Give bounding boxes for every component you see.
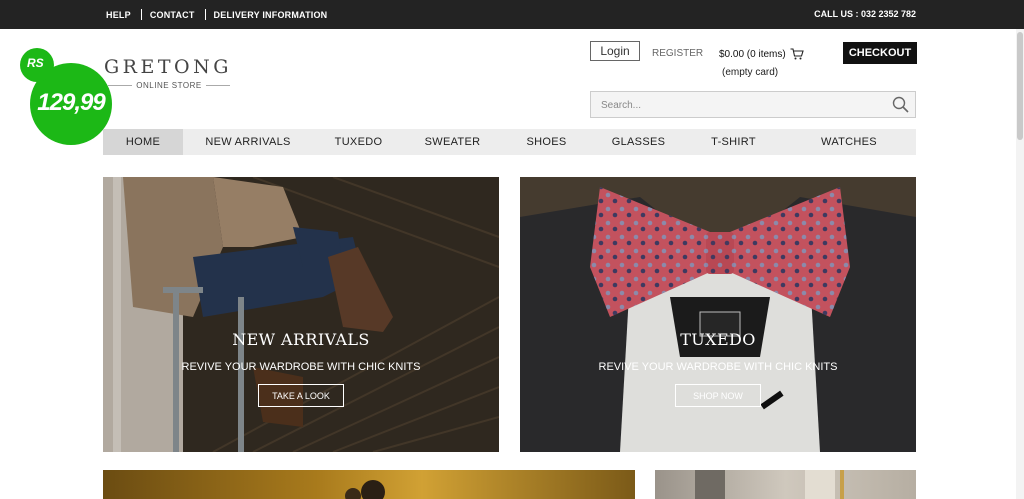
delivery-information-link[interactable]: DELIVERY INFORMATION: [214, 10, 328, 20]
page-scrollbar[interactable]: [1016, 29, 1024, 499]
nav-item-t-shirt[interactable]: T-SHIRT: [685, 129, 782, 155]
search-bar: [590, 91, 916, 118]
nav-item-tuxedo[interactable]: TUXEDO: [313, 129, 404, 155]
nav-item-sweater[interactable]: SWEATER: [404, 129, 501, 155]
top-bar: HELP CONTACT DELIVERY INFORMATION CALL U…: [0, 0, 1024, 29]
divider: [108, 85, 133, 86]
contact-link[interactable]: CONTACT: [150, 10, 195, 20]
banner-tuxedo[interactable]: TUXEDO REVIVE YOUR WARDROBE WITH CHIC KN…: [520, 177, 916, 452]
call-us-text: CALL US : 032 2352 782: [814, 9, 916, 19]
banner-new-arrivals[interactable]: NEW ARRIVALS REVIVE YOUR WARDROBE WITH C…: [103, 177, 499, 452]
cart-total-text: $0.00 (0 items): [719, 48, 786, 60]
banner-title: TUXEDO: [680, 330, 756, 349]
price-badge: RS 129,99: [20, 48, 112, 145]
nav-item-watches[interactable]: WATCHES: [782, 129, 916, 155]
cart-status-text: (empty card): [722, 67, 779, 78]
banner-photo: [520, 177, 916, 452]
top-links: HELP CONTACT DELIVERY INFORMATION: [106, 9, 327, 20]
logo-tagline: ONLINE STORE: [136, 81, 202, 90]
badge-currency: RS: [27, 56, 44, 70]
divider: [205, 85, 231, 86]
take-a-look-button[interactable]: TAKE A LOOK: [258, 384, 344, 407]
cart-icon: [790, 48, 804, 60]
nav-item-home[interactable]: HOME: [103, 129, 183, 155]
banner-lower-left[interactable]: [103, 470, 635, 499]
login-button[interactable]: Login: [590, 41, 640, 61]
banner-photo: [695, 470, 844, 499]
cart-summary[interactable]: $0.00 (0 items): [719, 48, 804, 60]
shop-now-button[interactable]: SHOP NOW: [675, 384, 761, 407]
nav-item-glasses[interactable]: GLASSES: [592, 129, 685, 155]
logo-tagline-row: ONLINE STORE: [104, 81, 234, 90]
search-input[interactable]: [601, 97, 871, 113]
badge-amount: 129,99: [37, 89, 105, 116]
register-link[interactable]: REGISTER: [652, 48, 703, 59]
search-icon[interactable]: [891, 95, 911, 115]
divider: [140, 9, 142, 20]
banner-title: NEW ARRIVALS: [232, 330, 370, 349]
banner-lower-right[interactable]: [655, 470, 916, 499]
help-link[interactable]: HELP: [106, 10, 131, 20]
checkout-button[interactable]: CHECKOUT: [843, 42, 917, 64]
banner-photo: [345, 480, 385, 499]
divider: [204, 9, 206, 20]
banner-subtitle: REVIVE YOUR WARDROBE WITH CHIC KNITS: [598, 361, 838, 373]
nav-item-shoes[interactable]: SHOES: [501, 129, 592, 155]
main-nav: HOME NEW ARRIVALS TUXEDO SWEATER SHOES G…: [103, 129, 916, 155]
nav-item-new-arrivals[interactable]: NEW ARRIVALS: [183, 129, 313, 155]
banner-photo: [103, 177, 499, 452]
scrollbar-thumb[interactable]: [1017, 32, 1023, 140]
store-logo[interactable]: GRETONG ONLINE STORE: [104, 56, 234, 90]
logo-name: GRETONG: [104, 56, 232, 78]
banner-subtitle: REVIVE YOUR WARDROBE WITH CHIC KNITS: [181, 361, 421, 373]
